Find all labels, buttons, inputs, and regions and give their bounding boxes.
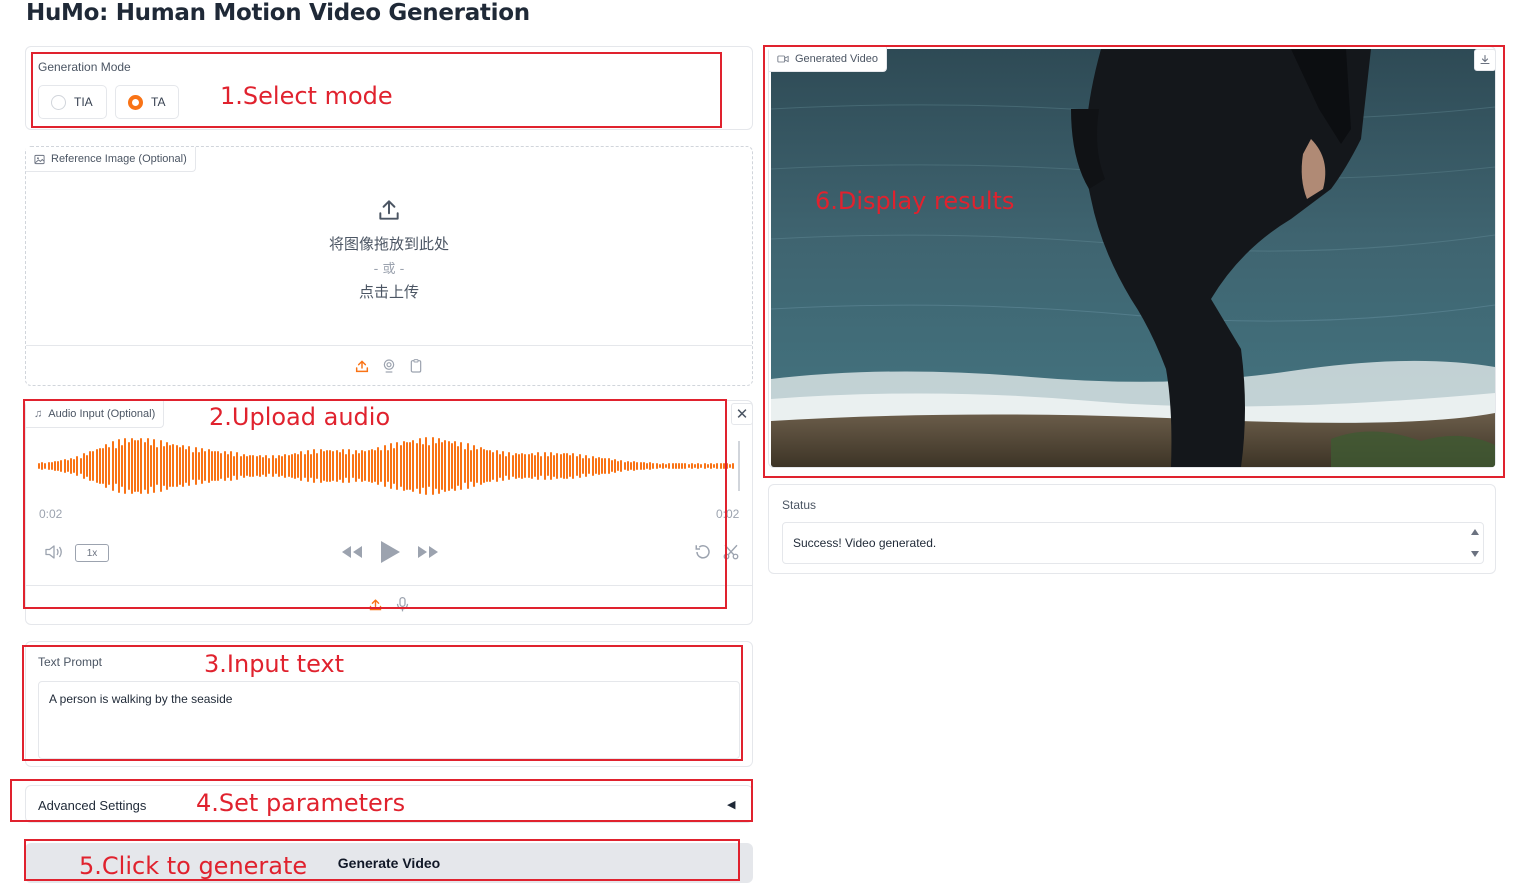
status-panel: Status Success! Video generated. (768, 484, 1496, 574)
waveform-scroll[interactable] (738, 441, 740, 491)
annotation-step6: 6.Display results (815, 187, 1015, 215)
status-label: Status (782, 498, 817, 512)
click-upload-text: 点击上传 (358, 283, 419, 301)
annotation-box-step6 (763, 45, 1505, 478)
status-textbox[interactable]: Success! Video generated. (782, 522, 1484, 564)
reference-image-tag: Reference Image (Optional) (26, 147, 196, 172)
page-title: HuMo: Human Motion Video Generation (26, 0, 530, 26)
clipboard-icon[interactable] (408, 358, 424, 374)
annotation-step4: 4.Set parameters (196, 789, 406, 817)
image-icon (34, 154, 45, 164)
drop-text: 将图像拖放到此处 (328, 235, 449, 253)
annotation-step3: 3.Input text (204, 650, 345, 678)
waveform-bar (732, 463, 735, 469)
scroll-up-icon[interactable] (1471, 529, 1479, 535)
status-value: Success! Video generated. (793, 536, 937, 550)
scroll-down-icon[interactable] (1471, 551, 1479, 557)
image-source-bar (26, 345, 752, 346)
annotation-step1: 1.Select mode (220, 82, 393, 110)
or-text: - 或 - (373, 262, 405, 277)
image-dropzone[interactable]: 将图像拖放到此处 - 或 - 点击上传 (26, 197, 752, 302)
reference-image-label: Reference Image (Optional) (51, 153, 187, 165)
image-source-buttons (354, 358, 424, 374)
upload-icon[interactable] (354, 358, 370, 374)
annotation-step5: 5.Click to generate (79, 852, 308, 880)
webcam-icon[interactable] (381, 358, 397, 374)
annotation-box-step3 (22, 645, 743, 761)
reference-image-panel[interactable]: Reference Image (Optional) 将图像拖放到此处 - 或 … (25, 146, 753, 386)
close-icon[interactable]: ✕ (731, 403, 753, 425)
upload-icon (379, 200, 399, 220)
annotation-step2: 2.Upload audio (209, 403, 391, 431)
waveform-bar (729, 463, 732, 469)
